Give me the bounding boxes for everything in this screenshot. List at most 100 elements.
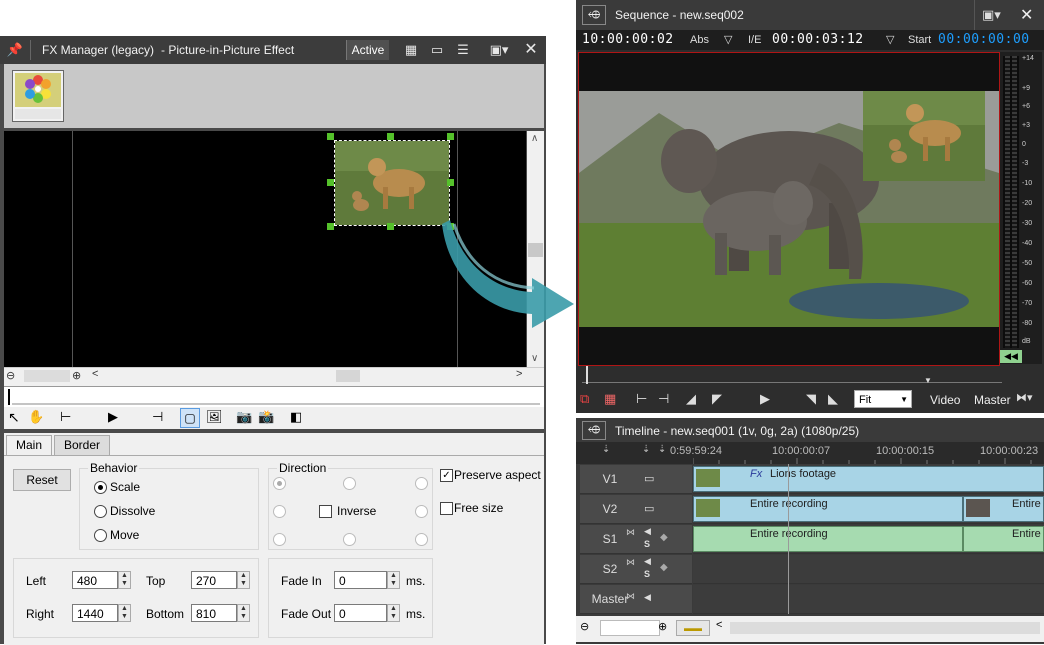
fade-in-stepper[interactable]: ▲ ▼ [387,571,400,589]
timeline-hscroll[interactable] [730,622,1040,634]
zoom-in-icon[interactable]: ⊕ [658,620,667,633]
fade-out-stepper[interactable]: ▲ ▼ [387,604,400,622]
step-back-icon[interactable]: ◤ [712,391,722,407]
right-input[interactable]: 1440 [72,604,118,622]
current-timecode[interactable]: 10:00:00:02 [582,30,674,50]
horizontal-scrollbar[interactable]: ⊖ ⊕ < > [4,367,544,386]
overlay-icon[interactable]: ▦ [604,391,616,407]
bottom-input[interactable]: 810 [191,604,237,622]
keyframe-icon[interactable]: ◆ [660,562,668,573]
zoom-out-icon[interactable]: ⊖ [6,369,15,382]
snap-down-icon[interactable]: ⇣ [642,444,650,455]
scroll-left-icon[interactable]: < [716,619,722,631]
zoom-in-icon[interactable]: ⊕ [72,369,81,382]
play-icon[interactable]: ▶ [760,391,770,407]
playhead[interactable] [8,389,10,405]
hand-tool-icon[interactable]: ✋ [28,409,44,425]
step-forward-icon[interactable]: ◥ [806,391,816,407]
pin-icon[interactable]: 📌 [6,36,24,64]
active-toggle[interactable]: Active [346,40,389,60]
resize-handle[interactable] [327,179,334,186]
monitor-icon[interactable]: ▭ [644,472,654,485]
monitor-icon[interactable]: ▭ [426,36,448,64]
direction-right-radio[interactable] [415,505,428,518]
safe-area-icon[interactable]: ⧉ [580,391,589,407]
direction-bottom-radio[interactable] [343,533,356,546]
zoom-slider[interactable] [24,370,70,382]
clip-entire[interactable]: Entire [963,496,1044,522]
pointer-tool-icon[interactable]: ↖ [8,409,20,426]
play-icon[interactable]: ▶ [108,409,118,425]
transform-tool-icon[interactable]: ▢ [180,408,200,428]
window-menu-icon[interactable]: ▣▾ [982,7,1001,23]
zoom-slider[interactable] [600,620,660,636]
track-header-v2[interactable]: V2 ▭ [580,495,692,524]
link-icon[interactable]: ⋈ [626,527,635,538]
close-icon[interactable]: ✕ [520,36,542,64]
resize-handle[interactable] [327,133,334,140]
close-icon[interactable]: ✕ [1020,5,1033,25]
master-button[interactable]: Master [974,393,1011,407]
top-input[interactable]: 270 [191,571,237,589]
bottom-stepper[interactable]: ▲ ▼ [237,604,250,622]
inverse-checkbox[interactable] [319,505,332,518]
solo-button[interactable]: S [644,539,650,549]
link-icon[interactable]: ⋈ [626,557,635,568]
tab-border[interactable]: Border [54,435,111,455]
track-lane-s2[interactable] [693,555,1044,584]
track-lane-master[interactable] [693,585,1044,614]
mark-out-icon[interactable]: ◣ [828,391,838,407]
preserve-aspect-checkbox[interactable]: ✓ [440,469,453,482]
duration-timecode[interactable]: 00:00:03:12 [772,30,864,50]
resize-handle[interactable] [327,223,334,230]
behavior-scale-radio[interactable] [94,481,107,494]
scroll-down-icon[interactable]: ∨ [531,353,538,364]
dropdown-arrow-icon[interactable]: ▽ [724,30,732,50]
track-header-master[interactable]: Master ⋈ ◀ [580,585,692,614]
direction-bottom-left-radio[interactable] [273,533,286,546]
pip-effect-thumbnail[interactable] [12,70,64,122]
clip-entire-audio[interactable]: Entire [963,526,1044,552]
scroll-right-icon[interactable]: > [516,368,522,380]
behavior-dissolve-radio[interactable] [94,505,107,518]
scrub-track[interactable] [582,368,1002,383]
timeline-cursor[interactable] [788,464,789,614]
speaker-icon[interactable]: ◀ [644,592,651,603]
grid-icon[interactable]: ▦ [400,36,422,64]
snap-down-icon[interactable]: ⇣ [658,444,666,455]
tab-main[interactable]: Main [6,435,53,455]
go-to-end-icon[interactable]: ⊣ [658,391,669,407]
left-input[interactable]: 480 [72,571,118,589]
track-height-icon[interactable]: ▬▬ [676,620,710,636]
track-header-s1[interactable]: S1 ⋈ ◀ S ◆ [580,525,692,554]
channel-menu-icon[interactable]: ⧓▾ [1016,391,1033,404]
fade-in-input[interactable]: 0 [334,571,387,589]
track-lane-v2[interactable]: Entire recording Entire [693,495,1044,524]
track-lane-v1[interactable]: Fx Lions footage [693,465,1044,494]
track-header-s2[interactable]: S2 ⋈ ◀ S ◆ [580,555,692,584]
mark-in-icon[interactable]: ◢ [686,391,696,407]
top-stepper[interactable]: ▲ ▼ [237,571,250,589]
speaker-icon[interactable]: ◀◀ [1000,350,1022,363]
timeline-ruler[interactable]: ⇣ ⇣ ⇣ 0:59:59:24 10:00:00:07 10:00:00:15… [576,442,1044,464]
playhead[interactable] [586,366,588,384]
split-view-icon[interactable]: ◧ [290,409,302,425]
direction-left-radio[interactable] [273,505,286,518]
zoom-out-icon[interactable]: ⊖ [580,620,589,633]
copy-snapshot-icon[interactable]: 📸 [258,409,274,425]
reset-button[interactable]: Reset [13,469,71,491]
direction-top-radio[interactable] [343,477,356,490]
behavior-move-radio[interactable] [94,529,107,542]
go-to-start-icon[interactable]: ⊢ [60,409,71,425]
image-tool-icon[interactable]: 🖼 [206,409,223,425]
direction-bottom-right-radio[interactable] [415,533,428,546]
direction-top-left-radio[interactable] [273,477,286,490]
speaker-icon[interactable]: ◀ [644,556,651,567]
link-icon[interactable]: ⋈ [626,591,635,602]
snapshot-icon[interactable]: 📷 [236,409,252,425]
keyframe-icon[interactable]: ◆ [660,532,668,543]
settings-icon[interactable]: ☰ [452,36,474,64]
left-stepper[interactable]: ▲ ▼ [118,571,131,589]
go-to-start-icon[interactable]: ⊢ [636,391,647,407]
speaker-icon[interactable]: ◀ [644,526,651,537]
